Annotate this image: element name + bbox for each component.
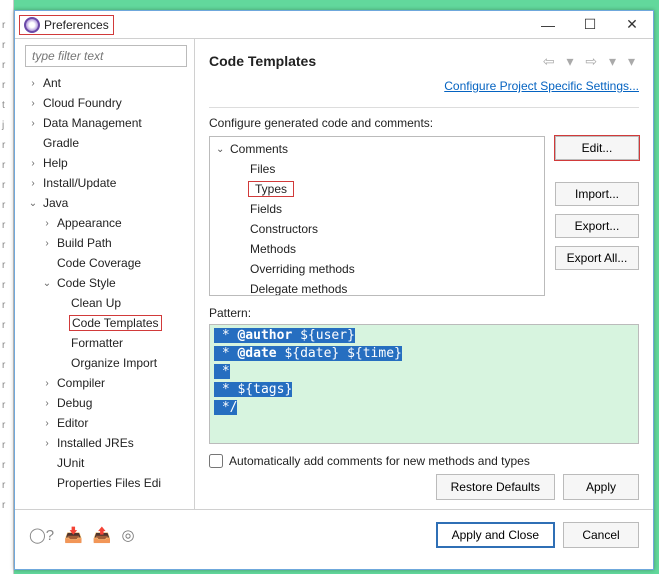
auto-add-label: Automatically add comments for new metho… xyxy=(229,454,530,468)
apply-and-close-button[interactable]: Apply and Close xyxy=(436,522,555,548)
tree-item-properties-files-edi[interactable]: Properties Files Edi xyxy=(19,473,193,493)
nav-arrows[interactable]: ⇦ ▾ ⇨ ▾ ▾ xyxy=(543,53,639,70)
tree-item-ant[interactable]: ›Ant xyxy=(19,73,193,93)
bottom-bar: ◯? 📥 📤 ◎ Apply and Close Cancel xyxy=(15,509,653,559)
filter-input[interactable] xyxy=(25,45,187,67)
export-all-button[interactable]: Export All... xyxy=(555,246,639,270)
template-item-files[interactable]: Files xyxy=(210,159,544,179)
pattern-label: Pattern: xyxy=(209,306,639,320)
tree-item-code-style[interactable]: ⌄Code Style xyxy=(19,273,193,293)
preference-tree[interactable]: ›Ant›Cloud Foundry›Data ManagementGradle… xyxy=(19,73,193,509)
template-item-methods[interactable]: Methods xyxy=(210,239,544,259)
tree-item-appearance[interactable]: ›Appearance xyxy=(19,213,193,233)
template-item-constructors[interactable]: Constructors xyxy=(210,219,544,239)
window-controls: — ☐ ✕ xyxy=(527,11,653,39)
section-label: Configure generated code and comments: xyxy=(209,116,639,130)
restore-defaults-button[interactable]: Restore Defaults xyxy=(436,474,555,500)
titlebar: Preferences — ☐ ✕ xyxy=(15,11,653,39)
configure-project-link[interactable]: Configure Project Specific Settings... xyxy=(209,79,639,93)
eclipse-icon xyxy=(24,17,40,33)
title-area: Preferences xyxy=(19,15,114,35)
left-pane: ›Ant›Cloud Foundry›Data ManagementGradle… xyxy=(15,39,195,509)
tree-item-help[interactable]: ›Help xyxy=(19,153,193,173)
bottom-icons: ◯? 📥 📤 ◎ xyxy=(29,526,135,544)
import-button[interactable]: Import... xyxy=(555,182,639,206)
pattern-preview[interactable]: * @author ${user} * @date ${date} ${time… xyxy=(209,324,639,444)
export-prefs-icon[interactable]: 📤 xyxy=(93,526,112,544)
auto-add-checkbox[interactable] xyxy=(209,454,223,468)
import-prefs-icon[interactable]: 📥 xyxy=(64,526,83,544)
template-item-types[interactable]: Types xyxy=(210,179,544,199)
tree-item-installed-jres[interactable]: ›Installed JREs xyxy=(19,433,193,453)
tree-item-junit[interactable]: JUnit xyxy=(19,453,193,473)
tree-item-compiler[interactable]: ›Compiler xyxy=(19,373,193,393)
template-item-delegate-methods[interactable]: Delegate methods xyxy=(210,279,544,296)
tree-item-debug[interactable]: ›Debug xyxy=(19,393,193,413)
edit-button[interactable]: Edit... xyxy=(555,136,639,160)
minimize-button[interactable]: — xyxy=(527,11,569,39)
tree-item-clean-up[interactable]: Clean Up xyxy=(19,293,193,313)
preferences-dialog: Preferences — ☐ ✕ ›Ant›Cloud Foundry›Dat… xyxy=(14,10,654,570)
tree-item-formatter[interactable]: Formatter xyxy=(19,333,193,353)
side-buttons: Edit... Import... Export... Export All..… xyxy=(555,136,639,296)
tree-item-build-path[interactable]: ›Build Path xyxy=(19,233,193,253)
tree-item-cloud-foundry[interactable]: ›Cloud Foundry xyxy=(19,93,193,113)
tree-item-java[interactable]: ⌄Java xyxy=(19,193,193,213)
apply-button[interactable]: Apply xyxy=(563,474,639,500)
export-button[interactable]: Export... xyxy=(555,214,639,238)
background-editor-strip: rrrrtjrrrrrrrrrrrrrrrrrrr xyxy=(0,0,14,574)
cancel-button[interactable]: Cancel xyxy=(563,522,639,548)
window-title: Preferences xyxy=(44,18,109,32)
template-item-fields[interactable]: Fields xyxy=(210,199,544,219)
help-icon[interactable]: ◯? xyxy=(29,526,54,544)
template-item-comments[interactable]: ⌄Comments xyxy=(210,139,544,159)
tree-item-code-templates[interactable]: Code Templates xyxy=(19,313,193,333)
tree-item-organize-import[interactable]: Organize Import xyxy=(19,353,193,373)
maximize-button[interactable]: ☐ xyxy=(569,11,611,39)
tree-item-data-management[interactable]: ›Data Management xyxy=(19,113,193,133)
tree-item-install-update[interactable]: ›Install/Update xyxy=(19,173,193,193)
page-title: Code Templates xyxy=(209,53,316,69)
right-pane: Code Templates ⇦ ▾ ⇨ ▾ ▾ Configure Proje… xyxy=(195,39,653,509)
tree-item-gradle[interactable]: Gradle xyxy=(19,133,193,153)
close-button[interactable]: ✕ xyxy=(611,11,653,39)
tree-item-editor[interactable]: ›Editor xyxy=(19,413,193,433)
tree-item-code-coverage[interactable]: Code Coverage xyxy=(19,253,193,273)
oomph-icon[interactable]: ◎ xyxy=(122,526,135,544)
template-tree[interactable]: ⌄CommentsFilesTypesFieldsConstructorsMet… xyxy=(209,136,545,296)
template-item-overriding-methods[interactable]: Overriding methods xyxy=(210,259,544,279)
